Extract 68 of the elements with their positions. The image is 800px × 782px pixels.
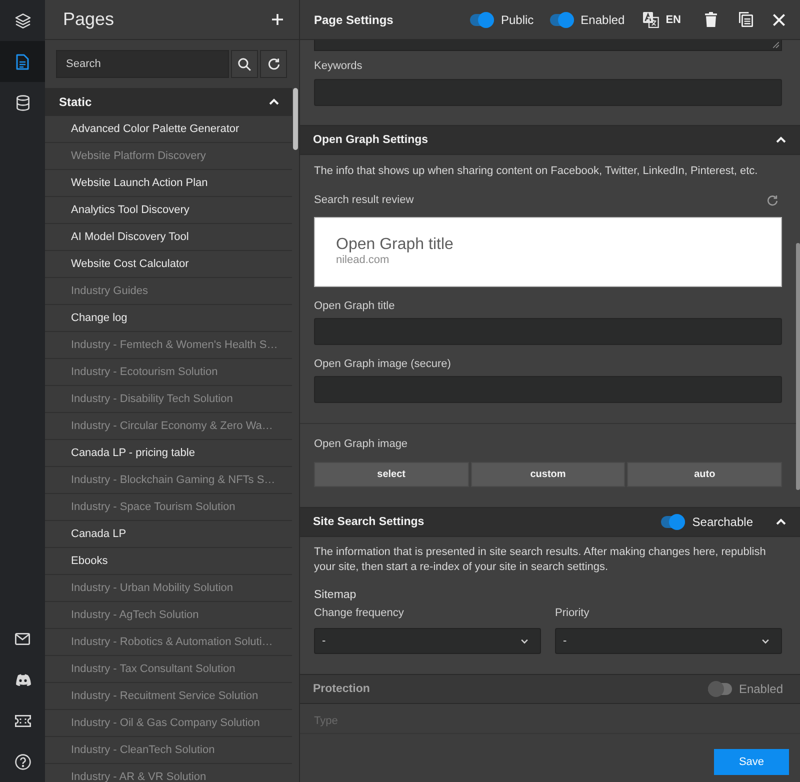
plus-icon	[272, 14, 283, 25]
section-description: The information that is presented in site search results. After making changes here, republish your site, then start a re-index of your site in search settings.	[314, 545, 767, 575]
translate-icon	[642, 12, 659, 28]
toggle-switch[interactable]	[550, 12, 574, 28]
document-icon	[16, 54, 29, 70]
chevron-up-icon[interactable]	[775, 136, 787, 144]
toggle-switch[interactable]	[708, 681, 732, 697]
toggle-switch[interactable]	[470, 12, 494, 28]
field-label: Open Graph image (secure)	[314, 357, 452, 371]
close-button[interactable]	[773, 14, 785, 26]
option-button[interactable]: auto	[627, 462, 782, 487]
text-field[interactable]	[314, 79, 782, 106]
scrollbar-thumb[interactable]	[796, 243, 800, 490]
search-field[interactable]: Search	[56, 50, 229, 78]
subsection-title: Sitemap	[314, 588, 358, 602]
chevron-down-icon	[521, 638, 528, 644]
ticket-icon	[14, 714, 30, 726]
option-button[interactable]: custom	[470, 462, 626, 487]
chevron-up-icon[interactable]	[775, 518, 787, 526]
mail-icon	[15, 632, 30, 644]
dropdown-field[interactable]: -	[314, 628, 541, 654]
refresh-icon[interactable]	[767, 194, 778, 206]
toggle-label: Searchable	[692, 515, 753, 529]
section-description: The info that shows up when sharing content on Facebook, Twitter, LinkedIn, Pinterest, etc.	[314, 164, 759, 179]
panel-title: Page Settings	[314, 12, 394, 26]
refresh-icon	[268, 58, 280, 70]
layers-icon	[14, 12, 30, 28]
text-field[interactable]	[314, 376, 782, 403]
controller-icon	[14, 674, 30, 686]
add-page-button[interactable]	[272, 14, 283, 25]
section-title: Site Search Settings	[313, 516, 424, 528]
section-title: Open Graph Settings	[313, 134, 428, 146]
group-header[interactable]: Static	[45, 88, 292, 116]
field-label: Open Graph image	[314, 437, 409, 451]
text-field[interactable]	[314, 318, 782, 345]
chevron-down-icon	[762, 638, 769, 644]
close-icon	[773, 14, 785, 26]
search-button[interactable]	[231, 50, 258, 78]
toggle-switch[interactable]	[661, 514, 686, 530]
sidebar-nav-button[interactable]	[0, 41, 45, 82]
preview-title: Open Graph title	[336, 235, 454, 254]
language-button[interactable]: EN	[642, 12, 681, 28]
save-button[interactable]: Save	[714, 749, 789, 775]
refresh-button[interactable]	[260, 50, 287, 78]
preview-url: nilead.com	[336, 254, 390, 266]
delete-button[interactable]	[705, 12, 717, 27]
toggle-label: Enabled	[738, 682, 783, 696]
field-label: Change frequency	[314, 606, 405, 620]
help-icon	[14, 754, 30, 770]
toggle-label: Enabled	[580, 12, 625, 26]
duplicate-button[interactable]	[739, 12, 753, 27]
field-label: Keywords	[314, 59, 364, 73]
panel-title: Pages	[63, 9, 114, 30]
text-area-field[interactable]	[314, 40, 782, 51]
copy-icon	[739, 12, 753, 27]
scrollbar-thumb[interactable]	[293, 88, 298, 150]
field-label: Search result review	[314, 193, 414, 207]
search-icon	[238, 58, 251, 70]
chevron-up-icon	[268, 98, 280, 106]
dropdown-field[interactable]: -	[555, 628, 782, 654]
option-button[interactable]: select	[314, 462, 469, 487]
trash-icon	[705, 12, 717, 27]
resize-grip-icon	[773, 42, 779, 48]
toggle-label: Public	[500, 12, 534, 26]
field-label: Priority	[555, 606, 590, 620]
field-label: Open Graph title	[314, 299, 396, 313]
database-icon	[16, 94, 30, 110]
section-title: Protection	[313, 683, 370, 695]
